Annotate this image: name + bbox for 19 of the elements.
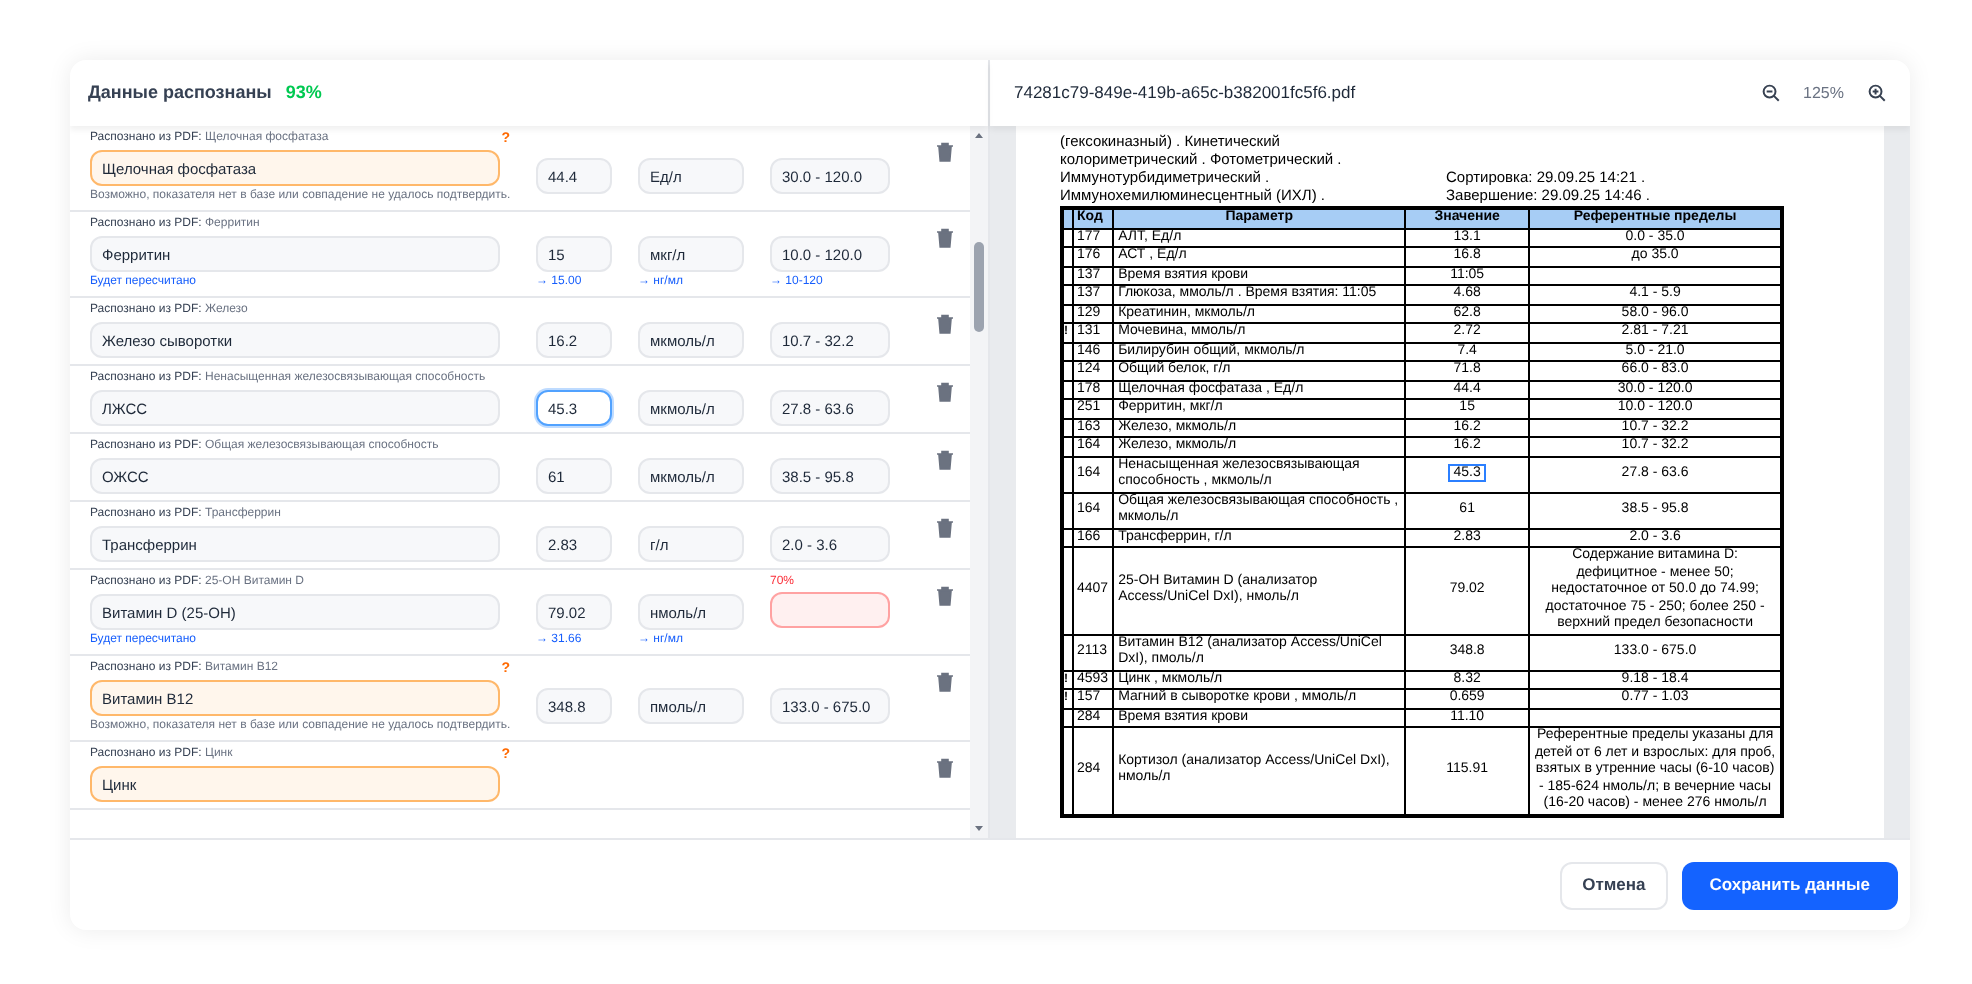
range-field[interactable]: [770, 592, 890, 628]
trash-icon[interactable]: [936, 142, 954, 162]
cancel-button[interactable]: Отмена: [1560, 861, 1668, 909]
trash-icon[interactable]: [936, 450, 954, 470]
trash-icon[interactable]: [936, 518, 954, 538]
zoom-out-icon[interactable]: [1761, 84, 1780, 102]
trash-icon[interactable]: [936, 382, 954, 402]
trash-icon[interactable]: [936, 758, 954, 778]
scrollbar[interactable]: [970, 126, 988, 838]
trash-icon[interactable]: [936, 586, 954, 606]
trash-icon[interactable]: [936, 314, 954, 334]
confidence-percent: 93%: [285, 79, 322, 106]
save-button[interactable]: Сохранить данные: [1681, 861, 1898, 909]
trash-icon[interactable]: [936, 228, 954, 248]
zoom-level: 125%: [1803, 81, 1844, 105]
trash-icon[interactable]: [936, 672, 954, 692]
pdf-filename: 74281c79-849e-419b-a65c-b382001fc5f6.pdf: [1014, 80, 1358, 106]
dialog-title: Данные распознаны: [88, 79, 272, 106]
zoom-in-icon[interactable]: [1868, 84, 1886, 102]
